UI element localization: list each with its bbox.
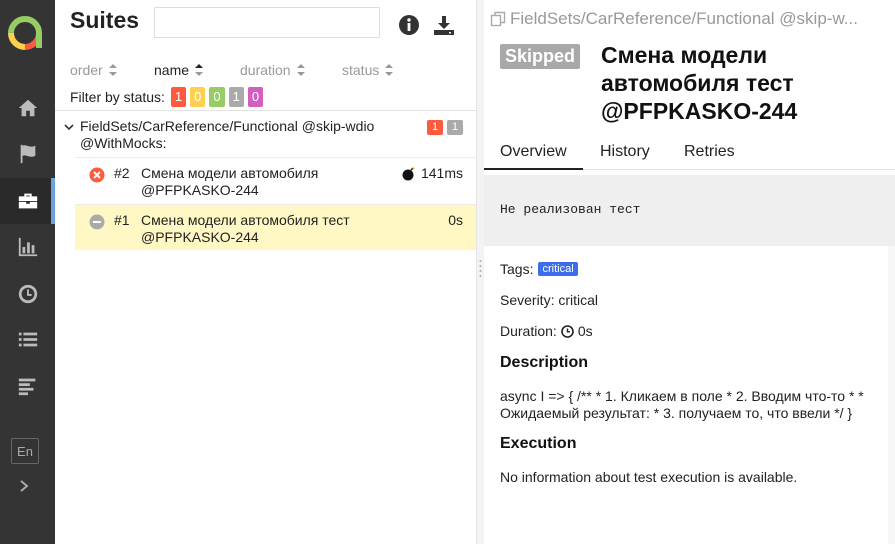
execution-text: No information about test execution is a… [500,469,798,485]
filter-label: Filter by status: [70,89,165,105]
clock-icon [561,324,574,338]
nav-graphs[interactable] [0,224,55,270]
drag-handle-icon [479,260,482,277]
description-text: async I => { /** * 1. Кликаем в поле * 2… [500,388,864,421]
filter-failed-badge[interactable]: 1 [170,87,187,107]
duration-label: Duration: [500,323,557,339]
briefcase-icon [18,193,37,209]
failed-status-icon [89,167,105,183]
search-input[interactable] [154,7,380,38]
test-duration-value: 0s [448,212,463,228]
severity-field: Severity: critical [500,292,598,308]
execution-heading: Execution [500,435,577,452]
description-heading: Description [500,354,589,371]
group-skipped-count: 1 [447,120,463,135]
test-detail-pane: FieldSets/CarReference/Functional @skip-… [484,0,895,544]
tags-field: Tags: critical [500,261,578,277]
severity-label: Severity: [500,292,555,308]
tags-label: Tags: [500,261,534,277]
test-number: #2 [114,165,130,181]
test-title: Смена модели автомобиля тест @PFPKASKO-2… [601,42,798,124]
sort-duration[interactable]: duration [240,61,342,79]
status-message: Не реализован тест [500,202,641,217]
filter-passed-badge[interactable]: 0 [209,87,225,107]
suite-group-badges: 1 1 [427,120,467,135]
test-name: Смена модели автомобиля @PFPKASKO-244 [141,165,319,198]
pane-title: Suites [70,7,140,33]
sort-icon [385,64,394,76]
sort-status[interactable]: status [342,61,422,79]
bar-chart-icon [18,237,37,257]
sort-order[interactable]: order [70,61,154,79]
timeline-icon [18,378,35,396]
pane-splitter[interactable] [477,0,484,544]
app-sidebar: En [0,0,55,544]
divider [55,110,477,111]
duration-value: 0s [577,323,593,339]
test-row[interactable]: #1 Смена модели автомобиля тест @PFPKASK… [75,204,476,250]
expand-sidebar-button[interactable] [14,476,34,496]
severity-value: critical [558,292,599,308]
download-button[interactable] [432,13,456,37]
status-badge: Skipped [500,44,581,69]
sort-status-label: status [342,62,380,78]
info-button[interactable] [397,13,421,37]
nav-packages[interactable] [0,363,55,409]
filter-skipped-badge[interactable]: 1 [228,87,244,107]
test-name: Смена модели автомобиля тест @PFPKASKO-2… [141,212,350,245]
sort-order-label: order [70,62,103,78]
filter-broken-badge[interactable]: 0 [190,87,206,107]
nav-overview[interactable] [0,85,55,131]
nav-suites[interactable] [0,178,55,224]
test-number: #1 [114,212,130,228]
detail-tabs: Overview History Retries [484,138,895,170]
sort-asc-icon [195,64,204,76]
suite-group-name: FieldSets/CarReference/Functional @skip-… [80,118,375,151]
tab-history[interactable]: History [584,143,666,170]
test-row[interactable]: #2 Смена модели автомобиля @PFPKASKO-244… [75,157,476,203]
status-filter: Filter by status: 1 0 0 1 0 [70,87,264,107]
nav-behaviors[interactable] [0,317,55,363]
test-duration-value: 141ms [420,165,463,181]
tag-badge[interactable]: critical [538,262,578,276]
tab-retries[interactable]: Retries [668,143,751,170]
test-duration: 0s [448,212,463,229]
flag-icon [20,144,35,164]
suites-pane: Suites order name duration status Filter… [55,0,477,544]
skipped-status-icon [89,214,105,230]
allure-logo[interactable] [7,14,45,52]
sort-name[interactable]: name [154,61,240,79]
copy-icon [490,11,506,27]
duration-field: Duration: 0s [500,323,593,339]
sort-bar: order name duration status [70,61,422,79]
sort-icon [296,64,305,76]
breadcrumb[interactable]: FieldSets/CarReference/Functional @skip-… [490,9,895,29]
language-switch[interactable]: En [11,438,39,464]
chevron-right-icon [20,480,29,492]
info-icon [399,15,419,35]
home-icon [18,99,37,117]
test-duration: 141ms [402,165,463,182]
nav-categories[interactable] [0,131,55,177]
clock-icon [18,284,37,304]
status-message-box: Не реализован тест [484,175,895,246]
sort-duration-label: duration [240,62,291,78]
sort-icon [108,64,117,76]
sort-name-label: name [154,62,190,78]
filter-unknown-badge[interactable]: 0 [247,87,264,107]
list-icon [18,332,37,347]
nav-timeline[interactable] [0,271,55,317]
group-failed-count: 1 [427,120,443,135]
chevron-down-icon [64,124,74,131]
scrollbar[interactable] [888,246,895,544]
breadcrumb-text: FieldSets/CarReference/Functional @skip-… [510,9,858,28]
bomb-icon [402,166,415,180]
download-icon [434,16,454,35]
tab-overview[interactable]: Overview [484,143,583,170]
